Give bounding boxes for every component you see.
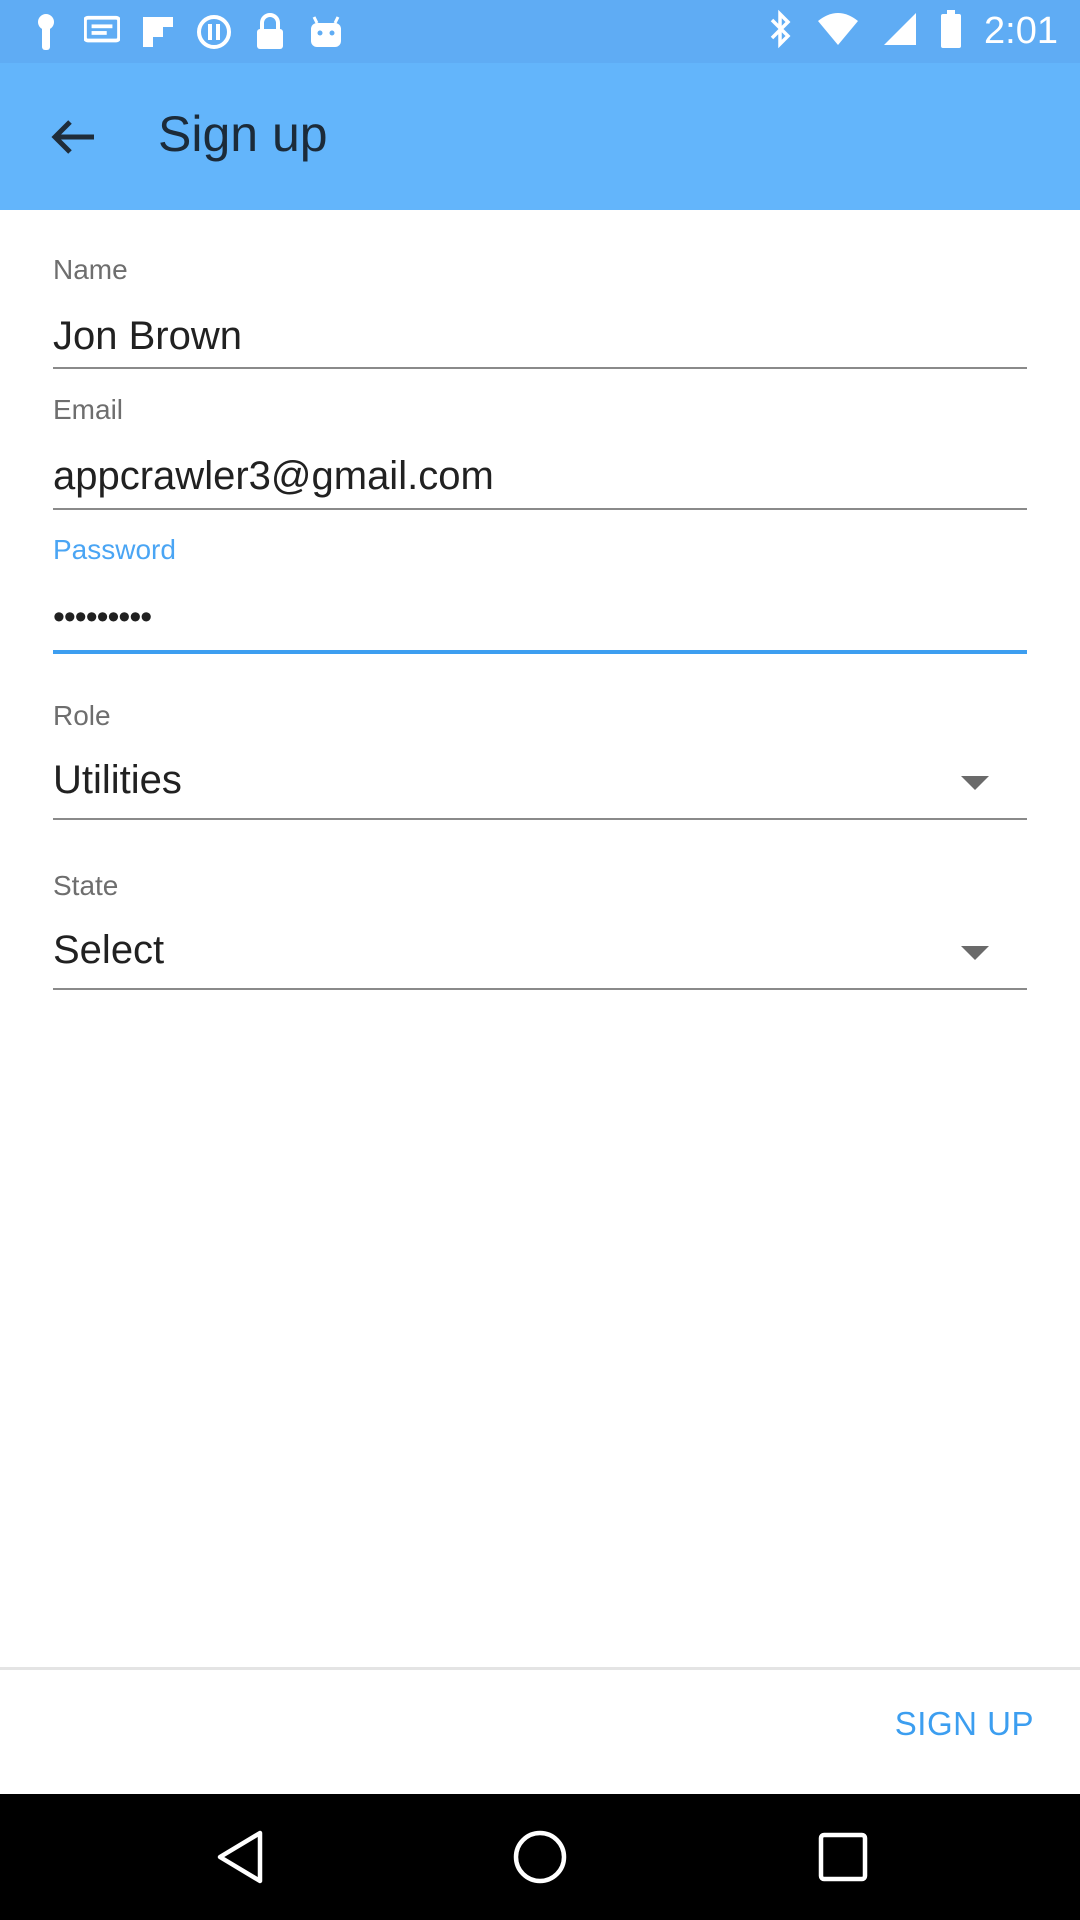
bottom-divider bbox=[0, 1667, 1080, 1670]
flipboard-icon bbox=[140, 12, 176, 52]
message-icon bbox=[84, 12, 120, 52]
system-indicators: 2:01 bbox=[768, 0, 1058, 63]
password-field[interactable]: ••••••••• bbox=[53, 582, 1027, 650]
name-label: Name bbox=[53, 254, 128, 285]
chevron-down-icon bbox=[961, 946, 989, 960]
name-field[interactable]: Jon Brown bbox=[53, 300, 1027, 372]
role-dropdown[interactable]: Utilities bbox=[53, 748, 1027, 820]
lock-icon bbox=[252, 12, 288, 52]
wifi-icon bbox=[816, 11, 860, 52]
recents-square-icon bbox=[818, 1832, 868, 1882]
bluetooth-icon bbox=[768, 9, 794, 54]
clock: 2:01 bbox=[984, 10, 1058, 52]
nav-recents-button[interactable] bbox=[800, 1814, 886, 1900]
nav-home-button[interactable] bbox=[497, 1814, 583, 1900]
role-underline bbox=[53, 818, 1027, 820]
name-value: Jon Brown bbox=[53, 314, 242, 358]
role-label: Role bbox=[53, 700, 111, 731]
back-triangle-icon bbox=[217, 1830, 263, 1884]
android-icon bbox=[308, 12, 344, 52]
email-value: appcrawler3@gmail.com bbox=[53, 454, 494, 498]
state-value: Select bbox=[53, 928, 165, 972]
email-underline bbox=[53, 508, 1027, 510]
role-value: Utilities bbox=[53, 758, 182, 802]
nav-back-button[interactable] bbox=[197, 1814, 283, 1900]
password-label: Password bbox=[53, 534, 176, 565]
email-label: Email bbox=[53, 394, 124, 425]
password-underline bbox=[53, 650, 1027, 654]
arrow-back-icon bbox=[51, 120, 94, 154]
state-underline bbox=[53, 988, 1027, 990]
battery-icon bbox=[940, 9, 962, 54]
password-value: ••••••••• bbox=[53, 598, 152, 636]
state-dropdown[interactable]: Select bbox=[53, 918, 1027, 990]
status-bar: 2:01 bbox=[0, 0, 1080, 63]
page-title: Sign up bbox=[158, 106, 328, 162]
back-button[interactable] bbox=[38, 107, 108, 167]
notification-icons bbox=[28, 12, 344, 52]
name-underline bbox=[53, 367, 1027, 369]
home-circle-icon bbox=[513, 1830, 567, 1884]
notification-pin-icon bbox=[28, 12, 64, 52]
chevron-down-icon bbox=[961, 776, 989, 790]
state-label: State bbox=[53, 870, 119, 901]
signal-icon bbox=[882, 11, 918, 52]
email-field[interactable]: appcrawler3@gmail.com bbox=[53, 440, 1027, 512]
navigation-bar bbox=[0, 1794, 1080, 1920]
sign-up-button[interactable]: SIGN UP bbox=[895, 1705, 1034, 1743]
app-bar: Sign up bbox=[0, 63, 1080, 210]
info-circle-icon bbox=[196, 12, 232, 52]
